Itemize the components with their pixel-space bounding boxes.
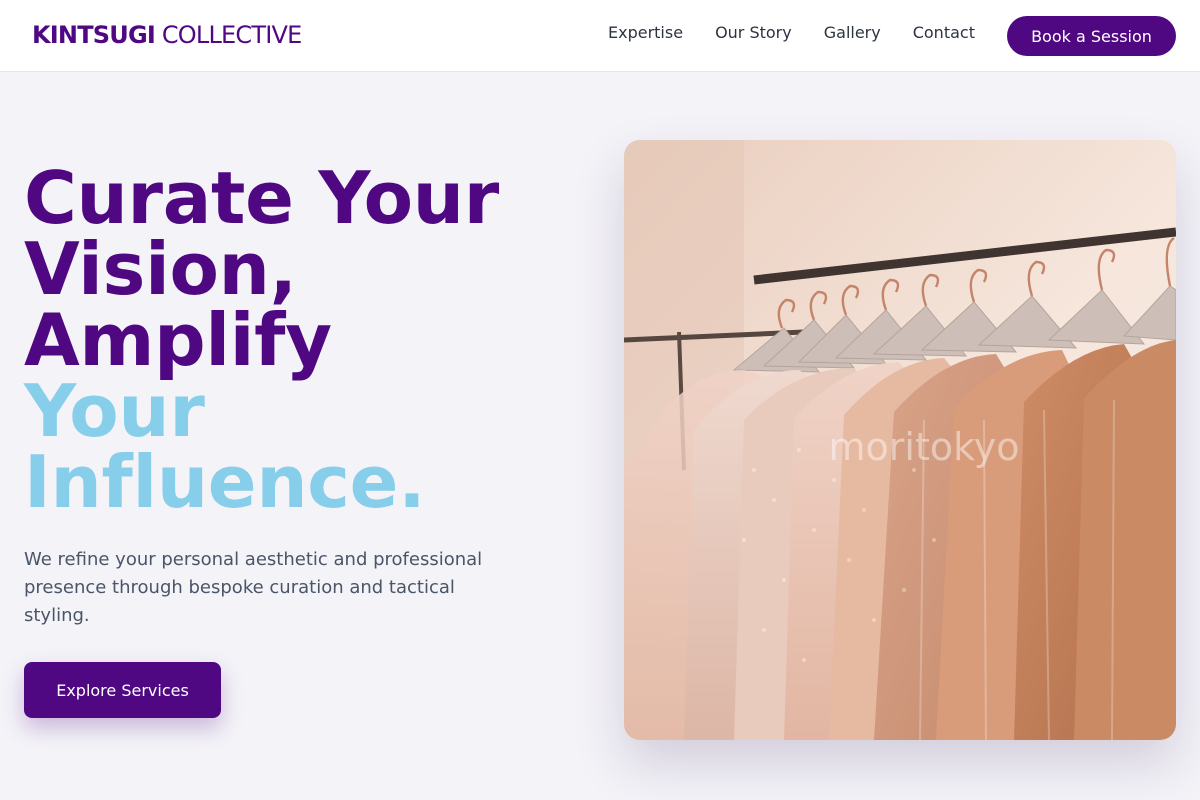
headline-line: Vision, <box>24 227 297 311</box>
headline-accent-line: Influence. <box>24 440 426 524</box>
hero-headline: Curate Your Vision, Amplify Your Influen… <box>24 156 584 524</box>
explore-services-button[interactable]: Explore Services <box>24 662 221 718</box>
nav-link-contact[interactable]: Contact <box>913 23 975 43</box>
primary-nav: Expertise Our Story Gallery Contact <box>608 23 975 43</box>
brand-logo[interactable]: KINTSUGI COLLECTIVE <box>32 20 302 50</box>
book-session-button[interactable]: Book a Session <box>1007 16 1176 56</box>
headline-line: Curate Your <box>24 156 499 240</box>
nav-link-gallery[interactable]: Gallery <box>824 23 881 43</box>
clothing-rack-photo: moritokyo <box>624 140 1176 740</box>
photo-watermark: moritokyo <box>829 425 1020 469</box>
nav-link-expertise[interactable]: Expertise <box>608 23 683 43</box>
headline-line: Amplify <box>24 298 332 382</box>
nav-link-our-story[interactable]: Our Story <box>715 23 792 43</box>
hero-subtext: We refine your personal aesthetic and pr… <box>24 549 483 626</box>
top-navbar: KINTSUGI COLLECTIVE Expertise Our Story … <box>0 0 1200 72</box>
headline-accent-line: Your <box>24 369 205 453</box>
brand-name-bold: KINTSUGI <box>32 21 156 49</box>
brand-name-light: COLLECTIVE <box>161 21 302 49</box>
